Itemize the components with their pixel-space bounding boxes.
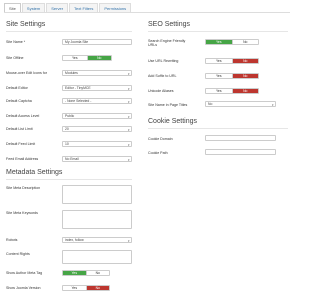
caret-down-icon: ▾	[127, 127, 130, 132]
show-joomla-version-toggle[interactable]: Yes No	[62, 285, 110, 291]
site-settings-title: Site Settings	[6, 21, 46, 28]
show-author-meta-tag-toggle[interactable]: Yes No	[62, 270, 110, 276]
default-list-limit-select[interactable]: 20 ▾	[62, 126, 132, 132]
site-name-in-page-titles-value: No	[208, 102, 213, 106]
seo-settings-divider	[148, 31, 288, 32]
tab-underline	[4, 12, 290, 13]
default-access-level-value: Public	[65, 114, 75, 118]
show-author-meta-tag-no[interactable]: No	[85, 271, 109, 275]
site-name-label: Site Name *	[6, 40, 26, 44]
add-suffix-to-url-toggle[interactable]: Yes No	[205, 73, 259, 79]
seo-settings-title: SEO Settings	[148, 21, 191, 28]
cookie-path-label: Cookie Path	[148, 151, 168, 155]
unicode-aliases-no[interactable]: No	[231, 89, 258, 93]
unicode-aliases-label: Unicode Aliases	[148, 89, 174, 93]
default-list-limit-label: Default List Limit	[6, 127, 33, 131]
site-name-value: My Joomla Site	[65, 40, 89, 44]
site-meta-keywords-label: Site Meta Keywords	[6, 211, 38, 215]
default-list-limit-value: 20	[65, 127, 69, 131]
unicode-aliases-toggle[interactable]: Yes No	[205, 88, 259, 94]
robots-label: Robots	[6, 238, 18, 242]
caret-down-icon: ▾	[127, 142, 130, 147]
show-joomla-version-no[interactable]: No	[85, 286, 109, 290]
show-author-meta-tag-label: Show Author Meta Tag	[6, 271, 43, 275]
add-suffix-to-url-label: Add Suffix to URL	[148, 74, 177, 78]
content-rights-label: Content Rights	[6, 252, 30, 256]
add-suffix-to-url-no[interactable]: No	[231, 74, 258, 78]
default-captcha-value: - None Selected -	[65, 99, 92, 103]
metadata-settings-title: Metadata Settings	[6, 169, 63, 176]
cookie-domain-label: Cookie Domain	[148, 137, 173, 141]
site-offline-label: Site Offline	[6, 56, 24, 60]
default-feed-limit-value: 10	[65, 142, 69, 146]
feed-email-address-label: Feed Email Address	[6, 157, 39, 161]
caret-down-icon: ▾	[271, 102, 274, 107]
search-engine-friendly-urls-yes[interactable]: Yes	[206, 40, 232, 44]
site-meta-keywords-textarea[interactable]	[62, 210, 132, 229]
default-captcha-select[interactable]: - None Selected - ▾	[62, 98, 132, 104]
default-feed-limit-select[interactable]: 10 ▾	[62, 141, 132, 147]
feed-email-address-value: No Email	[65, 157, 79, 161]
feed-email-address-select[interactable]: No Email ▾	[62, 156, 132, 162]
caret-down-icon: ▾	[127, 71, 130, 76]
site-name-in-page-titles-select[interactable]: No ▾	[205, 101, 276, 107]
robots-select[interactable]: index, follow ▾	[62, 237, 132, 243]
mouse-over-edit-icons-label: Mouse-over Edit Icons for	[6, 71, 47, 75]
caret-down-icon: ▾	[127, 238, 130, 243]
robots-value: index, follow	[65, 238, 84, 242]
site-name-input[interactable]: My Joomla Site	[62, 39, 132, 45]
unicode-aliases-yes[interactable]: Yes	[206, 89, 232, 93]
caret-down-icon: ▾	[127, 157, 130, 162]
show-author-meta-tag-yes[interactable]: Yes	[63, 271, 86, 275]
site-settings-divider	[6, 31, 132, 32]
search-engine-friendly-urls-no[interactable]: No	[231, 40, 258, 44]
site-meta-description-textarea[interactable]	[62, 185, 132, 204]
use-url-rewriting-toggle[interactable]: Yes No	[205, 58, 259, 64]
site-offline-no[interactable]: No	[86, 56, 111, 60]
default-editor-select[interactable]: Editor - TinyMCE ▾	[62, 85, 132, 91]
mouse-over-edit-icons-value: Modules	[65, 71, 78, 75]
use-url-rewriting-no[interactable]: No	[231, 59, 258, 63]
default-access-level-select[interactable]: Public ▾	[62, 113, 132, 119]
search-engine-friendly-urls-label: Search Engine Friendly URLs	[148, 39, 186, 47]
site-offline-yes[interactable]: Yes	[63, 56, 87, 60]
content-rights-textarea[interactable]	[62, 250, 132, 264]
show-joomla-version-label: Show Joomla Version	[6, 286, 41, 290]
cookie-domain-input[interactable]	[205, 135, 276, 141]
caret-down-icon: ▾	[127, 99, 130, 104]
site-offline-toggle[interactable]: Yes No	[62, 55, 112, 61]
site-meta-description-label: Site Meta Description	[6, 186, 41, 190]
caret-down-icon: ▾	[127, 114, 130, 119]
cookie-settings-divider	[148, 128, 288, 129]
default-editor-value: Editor - TinyMCE	[65, 86, 91, 90]
cookie-path-input[interactable]	[205, 149, 276, 155]
caret-down-icon: ▾	[127, 86, 130, 91]
default-feed-limit-label: Default Feed Limit	[6, 142, 36, 146]
search-engine-friendly-urls-toggle[interactable]: Yes No	[205, 39, 259, 45]
mouse-over-edit-icons-select[interactable]: Modules ▾	[62, 70, 132, 76]
default-access-level-label: Default Access Level	[6, 114, 40, 118]
add-suffix-to-url-yes[interactable]: Yes	[206, 74, 232, 78]
use-url-rewriting-label: Use URL Rewriting	[148, 59, 179, 63]
metadata-settings-divider	[6, 179, 132, 180]
show-joomla-version-yes[interactable]: Yes	[63, 286, 86, 290]
site-name-in-page-titles-label: Site Name in Page Titles	[148, 103, 188, 107]
default-editor-label: Default Editor	[6, 86, 28, 90]
use-url-rewriting-yes[interactable]: Yes	[206, 59, 232, 63]
default-captcha-label: Default Captcha	[6, 99, 32, 103]
cookie-settings-title: Cookie Settings	[148, 118, 198, 125]
